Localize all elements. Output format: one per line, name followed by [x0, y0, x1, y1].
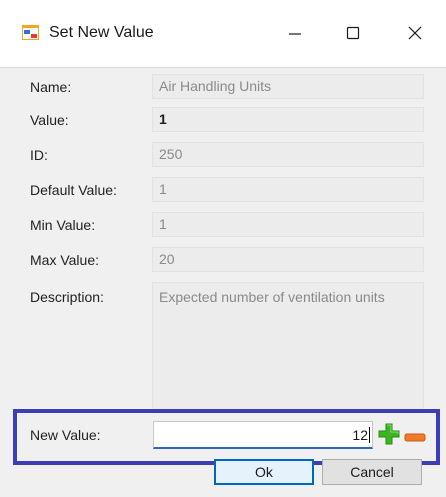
close-icon — [408, 26, 422, 40]
increment-button[interactable] — [378, 423, 400, 445]
set-new-value-dialog: Set New Value Name: Air Handling Units V… — [0, 0, 446, 497]
decrement-button[interactable] — [404, 430, 426, 440]
default-value-label: Default Value: — [30, 182, 117, 198]
cancel-button[interactable]: Cancel — [322, 459, 422, 485]
title-bar[interactable]: Set New Value — [0, 0, 446, 67]
min-value-field: 1 — [152, 212, 424, 237]
value-label: Value: — [30, 112, 69, 128]
text-caret — [369, 427, 370, 443]
min-value-label: Min Value: — [30, 217, 95, 233]
max-value-label: Max Value: — [30, 252, 99, 268]
id-label: ID: — [30, 147, 48, 163]
new-value-input[interactable]: 12 — [153, 421, 373, 449]
close-button[interactable] — [392, 14, 438, 52]
maximize-icon — [346, 26, 360, 40]
plus-icon — [378, 423, 400, 445]
max-value-field: 20 — [152, 247, 424, 272]
minimize-icon — [288, 26, 302, 40]
window-title: Set New Value — [49, 24, 154, 42]
name-field: Air Handling Units — [152, 74, 424, 99]
title-divider — [0, 67, 446, 68]
new-value-label: New Value: — [30, 427, 101, 443]
minimize-button[interactable] — [272, 14, 318, 52]
ok-button[interactable]: Ok — [214, 459, 314, 485]
maximize-button[interactable] — [330, 14, 376, 52]
description-field: Expected number of ventilation units — [152, 282, 424, 410]
name-label: Name: — [30, 79, 71, 95]
default-value-field: 1 — [152, 177, 424, 202]
new-value-text: 12 — [352, 427, 368, 443]
minus-icon — [404, 433, 426, 443]
value-field: 1 — [152, 107, 424, 132]
app-window-icon — [22, 25, 39, 40]
id-field: 250 — [152, 142, 424, 167]
description-label: Description: — [30, 289, 104, 305]
